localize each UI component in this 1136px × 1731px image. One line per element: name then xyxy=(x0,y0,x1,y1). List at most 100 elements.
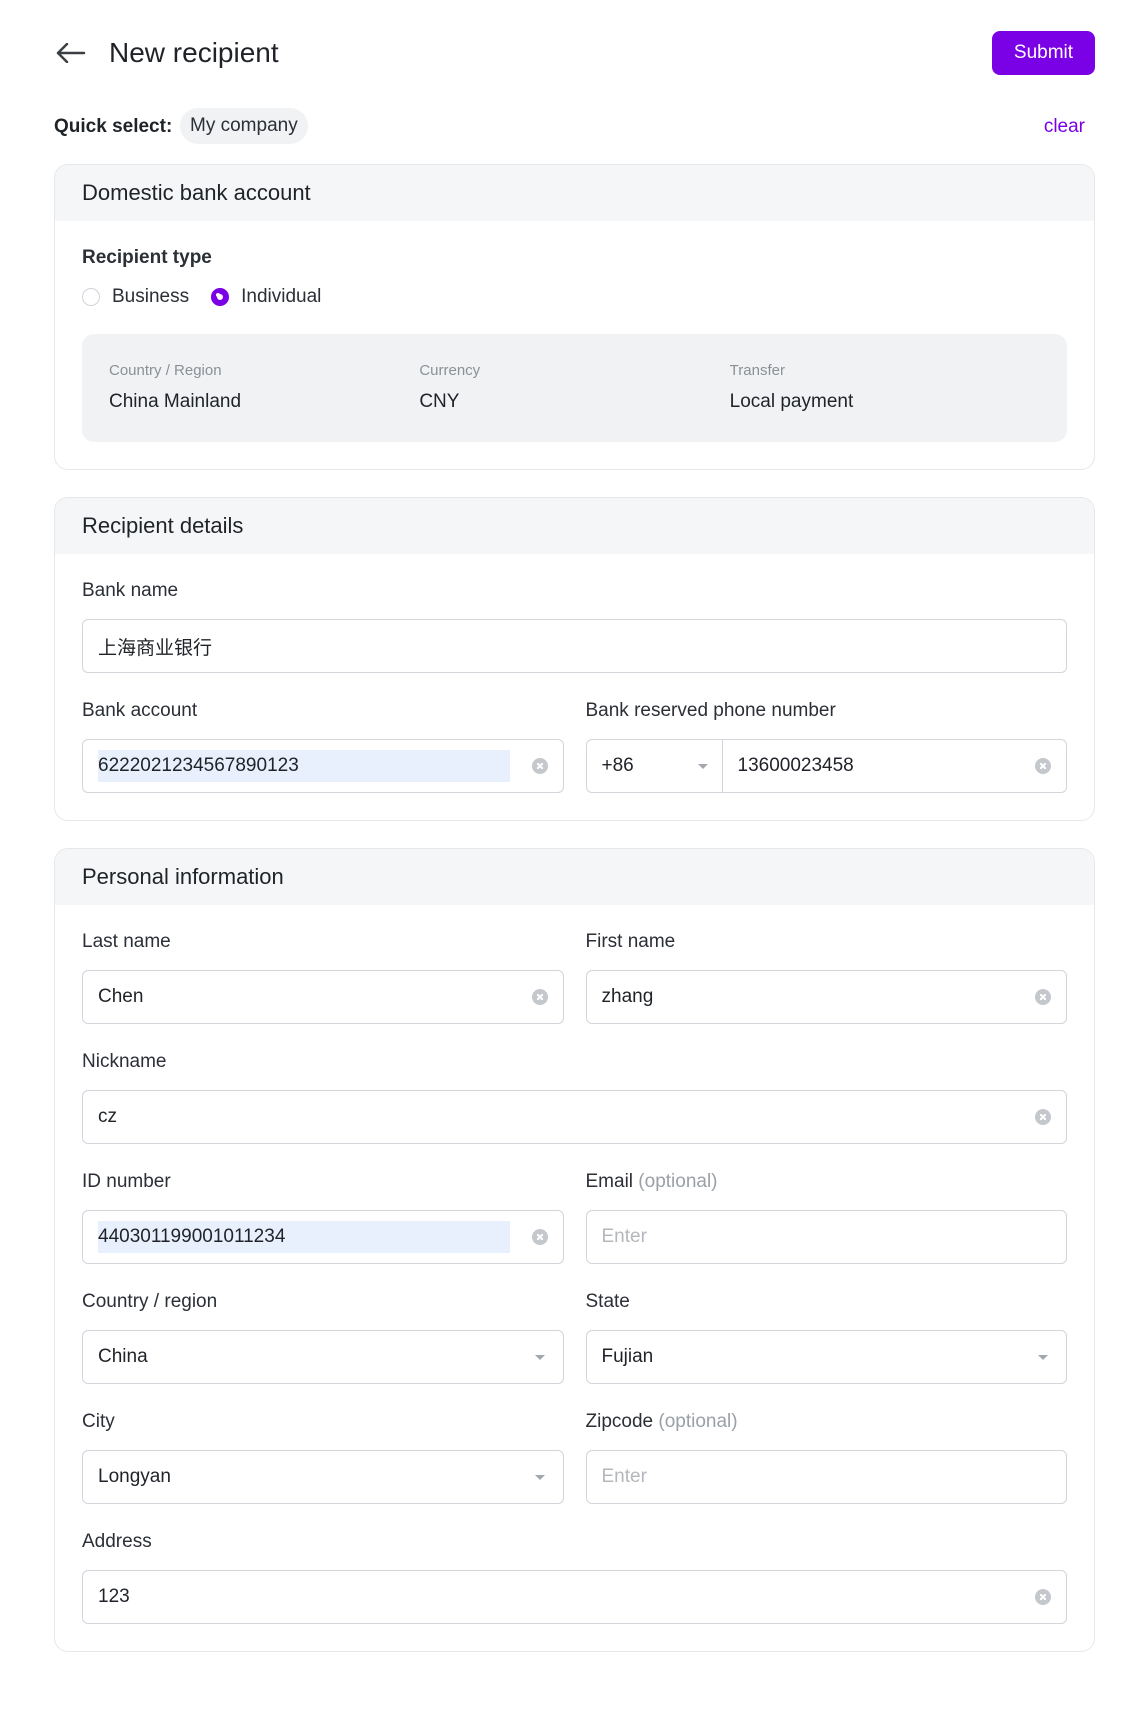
section-title: Personal information xyxy=(55,849,1094,905)
radio-label: Individual xyxy=(241,286,322,307)
page-header: New recipient Submit xyxy=(54,0,1095,106)
field-label: Address xyxy=(82,1531,152,1552)
summary-value: CNY xyxy=(419,391,460,412)
summary-value: Local payment xyxy=(729,391,854,412)
input-value: 13600023458 xyxy=(737,755,854,776)
input-value: zhang xyxy=(601,986,654,1007)
field-label: First name xyxy=(585,931,676,952)
caret-down-icon xyxy=(534,1475,545,1480)
first-name-field: First name zhang xyxy=(585,931,1067,1024)
zipcode-field: Zipcode (optional) Enter xyxy=(585,1411,1068,1504)
address-field: Address 123 xyxy=(82,1531,1067,1624)
clear-icon[interactable] xyxy=(1035,1589,1051,1605)
city-select[interactable]: Longyan xyxy=(82,1450,564,1504)
input-placeholder: Enter xyxy=(601,1466,647,1487)
country-region-select[interactable]: China xyxy=(82,1330,564,1384)
clear-link[interactable]: clear xyxy=(1044,116,1085,138)
field-label: State xyxy=(585,1291,630,1312)
recipient-details-card: Recipient details Bank name 上海商业银行 Bank … xyxy=(54,497,1095,821)
radio-unchecked-icon xyxy=(82,288,100,306)
bank-name-input[interactable]: 上海商业银行 xyxy=(82,619,1067,673)
quick-select-row: Quick select: My company clear xyxy=(54,106,1095,164)
back-button[interactable] xyxy=(54,36,88,70)
nickname-input[interactable]: cz xyxy=(82,1090,1067,1144)
field-label: Email (optional) xyxy=(586,1171,1068,1193)
clear-icon[interactable] xyxy=(1035,1109,1051,1125)
state-field: State Fujian xyxy=(585,1291,1067,1384)
summary-key: Currency xyxy=(419,362,481,379)
last-name-field: Last name Chen xyxy=(82,931,564,1024)
recipient-type-label: Recipient type xyxy=(82,247,212,268)
country-code-select[interactable]: +86 xyxy=(587,740,723,792)
radio-individual[interactable]: Individual xyxy=(211,286,321,308)
field-label: Last name xyxy=(82,931,171,952)
phone-input-group: +86 13600023458 xyxy=(585,739,1067,793)
zipcode-label: Zipcode xyxy=(585,1411,654,1432)
bank-account-field: Bank account 6222021234567890123 xyxy=(82,700,564,793)
caret-down-icon xyxy=(534,1355,545,1360)
caret-down-icon xyxy=(697,764,708,769)
bank-account-input[interactable]: 6222021234567890123 xyxy=(82,739,564,793)
summary-country: Country / Region China Mainland xyxy=(109,334,419,442)
domestic-bank-account-card: Domestic bank account Recipient type Bus… xyxy=(54,164,1095,470)
phone-field: Bank reserved phone number +86 136000234… xyxy=(585,700,1067,793)
input-value: 6222021234567890123 xyxy=(98,750,510,782)
clear-icon[interactable] xyxy=(531,989,548,1005)
summary-currency: Currency CNY xyxy=(419,334,729,442)
caret-down-icon xyxy=(1038,1355,1048,1360)
field-label: ID number xyxy=(82,1171,171,1192)
id-number-input[interactable]: 440301199001011234 xyxy=(82,1210,564,1264)
field-label: Nickname xyxy=(82,1051,167,1072)
country-region-field: Country / region China xyxy=(82,1291,564,1384)
field-label: Zipcode (optional) xyxy=(586,1411,1068,1433)
new-recipient-page: New recipient Submit Quick select: My co… xyxy=(54,0,1095,1679)
quick-select-label: Quick select: xyxy=(54,116,173,137)
radio-checked-icon xyxy=(211,288,230,306)
select-value: Longyan xyxy=(98,1466,171,1487)
address-input[interactable]: 123 xyxy=(82,1570,1067,1624)
input-placeholder: Enter xyxy=(601,1226,647,1247)
section-title: Domestic bank account xyxy=(55,165,1094,221)
optional-tag: (optional) xyxy=(658,1411,738,1432)
clear-icon[interactable] xyxy=(1035,758,1051,774)
email-field: Email (optional) Enter xyxy=(585,1171,1068,1264)
input-value: 440301199001011234 xyxy=(98,1221,510,1253)
select-value: Fujian xyxy=(601,1346,654,1367)
state-select[interactable]: Fujian xyxy=(585,1330,1067,1384)
email-input[interactable]: Enter xyxy=(585,1210,1067,1264)
radio-business[interactable]: Business xyxy=(82,286,189,308)
last-name-input[interactable]: Chen xyxy=(82,970,564,1024)
city-field: City Longyan xyxy=(82,1411,564,1504)
section-title: Recipient details xyxy=(55,498,1094,554)
input-value: 123 xyxy=(98,1586,130,1607)
optional-tag: (optional) xyxy=(638,1171,718,1192)
clear-icon[interactable] xyxy=(1035,989,1051,1005)
summary-value: China Mainland xyxy=(109,391,242,412)
recipient-type-radio-group: Business Individual xyxy=(82,286,1067,308)
email-label: Email xyxy=(585,1171,634,1192)
submit-button[interactable]: Submit xyxy=(992,31,1095,75)
id-number-field: ID number 440301199001011234 xyxy=(82,1171,564,1264)
summary-key: Country / Region xyxy=(109,362,222,379)
personal-information-card: Personal information Last name Chen Firs… xyxy=(54,848,1095,1652)
select-value: China xyxy=(98,1346,148,1367)
field-label: Country / region xyxy=(82,1291,218,1312)
first-name-input[interactable]: zhang xyxy=(585,970,1067,1024)
field-label: Bank account xyxy=(82,700,198,721)
field-label: Bank name xyxy=(82,580,179,601)
clear-icon[interactable] xyxy=(531,758,548,774)
field-label: City xyxy=(82,1411,115,1432)
arrow-left-icon xyxy=(56,43,86,63)
zipcode-input[interactable]: Enter xyxy=(585,1450,1067,1504)
input-value: 上海商业银行 xyxy=(98,636,213,659)
radio-label: Business xyxy=(112,286,190,307)
page-title: New recipient xyxy=(109,37,279,68)
input-value: cz xyxy=(98,1106,117,1127)
clear-icon[interactable] xyxy=(531,1229,548,1245)
phone-number-input[interactable]: 13600023458 xyxy=(723,740,1067,792)
nickname-field: Nickname cz xyxy=(82,1051,1067,1144)
bank-name-field: Bank name 上海商业银行 xyxy=(82,580,1067,673)
input-value: Chen xyxy=(98,986,144,1007)
summary-transfer: Transfer Local payment xyxy=(730,334,1040,442)
quick-select-chip[interactable]: My company xyxy=(180,108,308,144)
